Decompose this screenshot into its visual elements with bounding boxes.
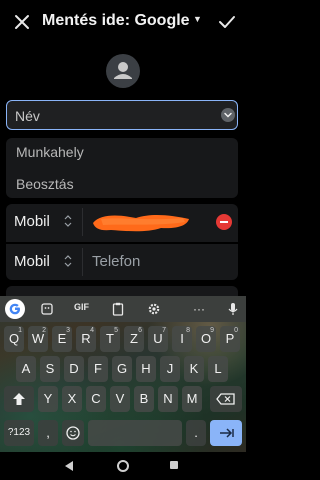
key-number-hint: 4: [90, 327, 94, 334]
phone-row: Mobil Telefon: [6, 244, 238, 280]
gear-icon[interactable]: [145, 300, 163, 318]
key-p[interactable]: P0: [220, 326, 240, 352]
key-k[interactable]: K: [184, 356, 204, 382]
job-title-field[interactable]: Beosztás: [16, 176, 216, 198]
phone-row: Mobil: [6, 204, 238, 240]
redacted-phone-value[interactable]: [91, 209, 191, 235]
key-number-hint: 1: [18, 327, 22, 334]
key-g[interactable]: G: [112, 356, 132, 382]
key-d[interactable]: D: [64, 356, 84, 382]
key-f[interactable]: F: [88, 356, 108, 382]
g-letter-icon: [9, 303, 20, 315]
key-x[interactable]: X: [62, 386, 82, 412]
name-field[interactable]: [6, 100, 238, 130]
divider: [82, 208, 83, 236]
more-icon[interactable]: ···: [190, 300, 208, 318]
symbols-key[interactable]: ?123: [4, 420, 34, 446]
gif-button[interactable]: GIF: [74, 302, 89, 312]
key-w[interactable]: W2: [28, 326, 48, 352]
shift-key[interactable]: [4, 386, 34, 412]
app-bar: Mentés ide: Google ▼: [0, 0, 246, 44]
key-number-hint: 6: [138, 327, 142, 334]
key-m[interactable]: M: [182, 386, 202, 412]
comma-key[interactable]: ,: [38, 420, 58, 446]
person-icon: [114, 62, 132, 79]
on-screen-keyboard: GIF ··· Q1 W2 E3 R4 T5 Z6 U7 I8 O9 P0 A …: [0, 296, 246, 452]
backspace-icon: [216, 393, 235, 405]
key-q[interactable]: Q1: [4, 326, 24, 352]
key-n[interactable]: N: [158, 386, 178, 412]
sort-arrows-icon[interactable]: [64, 254, 72, 268]
phone-input[interactable]: Telefon: [92, 253, 140, 270]
remove-phone-button[interactable]: [216, 214, 232, 230]
key-l[interactable]: L: [208, 356, 228, 382]
key-c[interactable]: C: [86, 386, 106, 412]
key-y[interactable]: Y: [38, 386, 58, 412]
organization-section: Munkahely Beosztás: [6, 138, 238, 198]
key-j[interactable]: J: [160, 356, 180, 382]
microphone-icon[interactable]: [224, 300, 242, 318]
key-a[interactable]: A: [16, 356, 36, 382]
close-icon: [15, 15, 29, 29]
key-number-hint: 2: [42, 327, 46, 334]
clipboard-icon[interactable]: [109, 300, 127, 318]
key-e[interactable]: E3: [52, 326, 72, 352]
enter-key[interactable]: [210, 420, 242, 446]
key-r[interactable]: R4: [76, 326, 96, 352]
backspace-key[interactable]: [210, 386, 242, 412]
key-number-hint: 5: [114, 327, 118, 334]
caret-down-icon[interactable]: ▼: [193, 14, 202, 24]
divider: [82, 248, 83, 276]
contact-photo-button[interactable]: [106, 54, 140, 88]
key-number-hint: 0: [234, 327, 238, 334]
back-triangle-icon[interactable]: [65, 461, 73, 471]
period-key[interactable]: .: [186, 420, 206, 446]
key-number-hint: 9: [210, 327, 214, 334]
company-field[interactable]: Munkahely: [16, 144, 216, 166]
key-h[interactable]: H: [136, 356, 156, 382]
home-circle-icon[interactable]: [117, 460, 129, 472]
system-navigation-bar: [0, 452, 246, 480]
key-number-hint: 7: [162, 327, 166, 334]
key-o[interactable]: O9: [196, 326, 216, 352]
next-field-icon: [220, 428, 234, 438]
name-input[interactable]: [15, 107, 195, 125]
next-section: [6, 286, 238, 296]
phone-type-selector[interactable]: Mobil: [14, 253, 50, 270]
sort-arrows-icon[interactable]: [64, 214, 72, 228]
key-s[interactable]: S: [40, 356, 60, 382]
chevron-down-icon: [224, 112, 232, 118]
key-number-hint: 3: [66, 327, 70, 334]
recents-square-icon[interactable]: [170, 461, 178, 469]
page-title[interactable]: Mentés ide: Google: [42, 12, 190, 30]
phone-type-selector[interactable]: Mobil: [14, 213, 50, 230]
key-u[interactable]: U7: [148, 326, 168, 352]
key-b[interactable]: B: [134, 386, 154, 412]
google-logo-icon[interactable]: [5, 299, 25, 319]
expand-name-button[interactable]: [221, 108, 235, 122]
close-button[interactable]: [10, 10, 34, 34]
key-v[interactable]: V: [110, 386, 130, 412]
phone-section: Mobil Mobil Telefon: [6, 204, 238, 280]
shift-arrow-icon: [13, 393, 25, 405]
keyboard-toolbar: GIF ···: [0, 296, 246, 322]
space-bar[interactable]: [88, 420, 182, 446]
save-button[interactable]: [215, 10, 239, 34]
key-t[interactable]: T5: [100, 326, 120, 352]
sticker-icon[interactable]: [38, 300, 56, 318]
key-z[interactable]: Z6: [124, 326, 144, 352]
emoji-icon: [66, 426, 80, 440]
key-number-hint: 8: [186, 327, 190, 334]
key-i[interactable]: I8: [172, 326, 192, 352]
check-icon: [219, 16, 235, 28]
emoji-key[interactable]: [62, 420, 84, 446]
